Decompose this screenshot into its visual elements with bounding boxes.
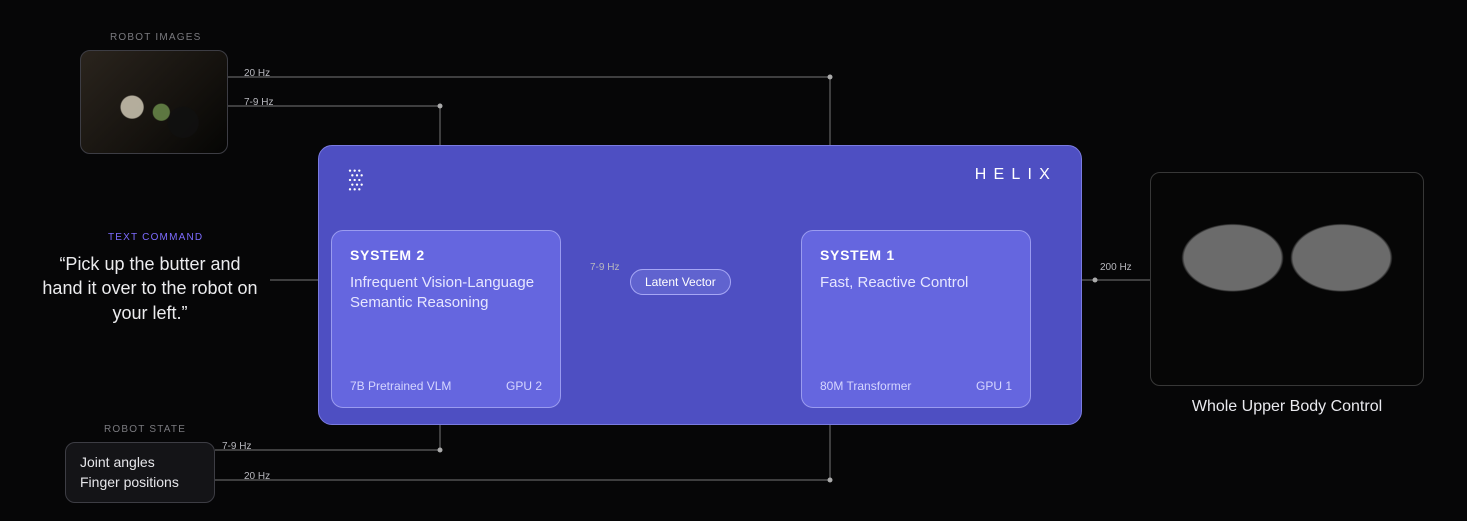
output-image: [1150, 172, 1424, 386]
system2-title: SYSTEM 2: [350, 247, 542, 263]
helix-brand: HELIX: [975, 166, 1057, 184]
system1-card: SYSTEM 1 Fast, Reactive Control 80M Tran…: [801, 230, 1031, 408]
system2-desc: Infrequent Vision-Language Semantic Reas…: [350, 273, 542, 379]
system2-model: 7B Pretrained VLM: [350, 379, 451, 393]
rate-state-sys2: 7-9 Hz: [222, 441, 251, 452]
system1-title: SYSTEM 1: [820, 247, 1012, 263]
robot-state-box: Joint angles Finger positions: [65, 442, 215, 503]
rate-images-sys1: 20 Hz: [244, 68, 270, 79]
robot-images-label: ROBOT IMAGES: [110, 32, 201, 43]
system1-gpu: GPU 1: [976, 379, 1012, 393]
system1-model: 80M Transformer: [820, 379, 911, 393]
rate-state-sys1: 20 Hz: [244, 471, 270, 482]
system1-desc: Fast, Reactive Control: [820, 273, 1012, 379]
helix-logo-icon: [343, 166, 371, 194]
system2-card: SYSTEM 2 Infrequent Vision-Language Sema…: [331, 230, 561, 408]
robot-state-line: Joint angles: [80, 453, 200, 473]
system2-gpu: GPU 2: [506, 379, 542, 393]
rate-images-sys2: 7-9 Hz: [244, 97, 273, 108]
latent-vector-pill: Latent Vector: [630, 269, 731, 295]
robot-state-label: ROBOT STATE: [104, 424, 186, 435]
text-command-value: “Pick up the butter and hand it over to …: [40, 252, 260, 325]
output-caption: Whole Upper Body Control: [1150, 398, 1424, 416]
robot-state-line: Finger positions: [80, 473, 200, 493]
text-command-label: TEXT COMMAND: [108, 232, 203, 243]
robot-images-thumbnail: [80, 50, 228, 154]
rate-latent: 7-9 Hz: [590, 262, 619, 273]
rate-output: 200 Hz: [1100, 262, 1132, 273]
